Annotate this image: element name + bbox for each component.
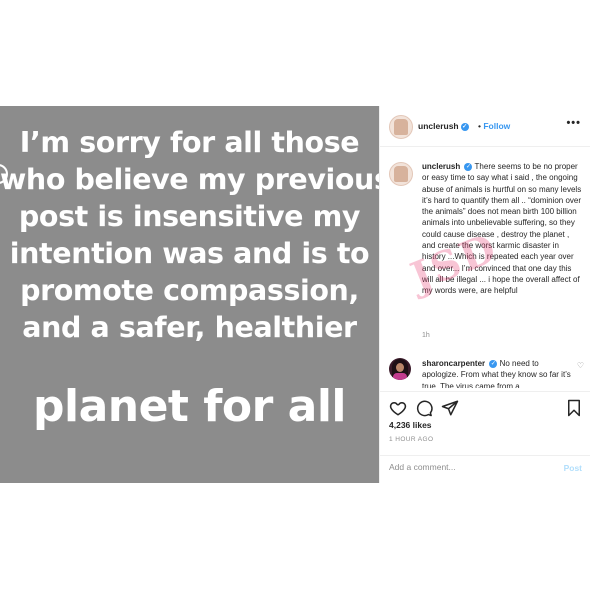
verified-badge-icon: ✓ [464, 162, 473, 171]
add-comment-bar: Post [380, 455, 590, 484]
caption-username[interactable]: unclerush [422, 162, 460, 171]
post-header: unclerush ✓ • Follow ••• [380, 106, 590, 147]
comment-row: sharoncarpenter ✓ No need to apologize. … [380, 354, 590, 388]
comment-bubble-icon[interactable] [415, 399, 433, 417]
caption-block: unclerush ✓ There seems to be no proper … [380, 154, 590, 354]
comment-like-heart-icon[interactable]: ♡ [577, 361, 584, 370]
avatar[interactable] [389, 358, 411, 380]
like-heart-icon[interactable] [389, 399, 407, 417]
action-bar: 4,236 likes 1 HOUR AGO [380, 391, 590, 462]
post-image[interactable]: I’m sorry for all those who believe my p… [0, 106, 379, 483]
post-side-panel: unclerush ✓ • Follow ••• unclerush ✓ Ther… [379, 106, 590, 483]
save-bookmark-icon[interactable] [565, 399, 583, 417]
story-line: and a safer, healthier [22, 311, 357, 344]
username-link[interactable]: unclerush ✓ [418, 121, 469, 131]
verified-badge-icon: ✓ [489, 359, 498, 368]
story-line: post is insensitive my [18, 200, 361, 233]
post-button[interactable]: Post [564, 463, 582, 473]
story-line: promote compassion, [20, 274, 359, 307]
story-text: I’m sorry for all those who believe my p… [0, 124, 379, 346]
comment-text: sharoncarpenter ✓ No need to apologize. … [422, 358, 572, 388]
avatar[interactable] [389, 115, 413, 139]
story-line: intention was and is to [9, 237, 370, 270]
comment-input[interactable] [389, 462, 549, 472]
comment-username[interactable]: sharoncarpenter [422, 359, 485, 368]
likes-count[interactable]: 4,236 likes [389, 420, 432, 430]
share-paper-plane-icon[interactable] [441, 399, 459, 417]
caption-timestamp: 1h [422, 332, 430, 339]
follow-label: Follow [483, 121, 511, 131]
avatar[interactable] [389, 162, 413, 186]
verified-badge-icon: ✓ [460, 122, 469, 131]
caption-body: There seems to be no proper or easy time… [422, 162, 582, 296]
caption-text: unclerush ✓ There seems to be no proper … [422, 161, 584, 297]
story-line: who believe my previous [0, 163, 379, 196]
story-big-line: planet for all [32, 381, 347, 432]
post-timestamp: 1 HOUR AGO [389, 436, 434, 443]
username-text: unclerush [418, 121, 459, 131]
follow-button[interactable]: • Follow [478, 121, 510, 131]
separator-dot: • [478, 121, 481, 131]
more-options-icon[interactable]: ••• [566, 117, 581, 129]
story-line: I’m sorry for all those [19, 126, 360, 159]
